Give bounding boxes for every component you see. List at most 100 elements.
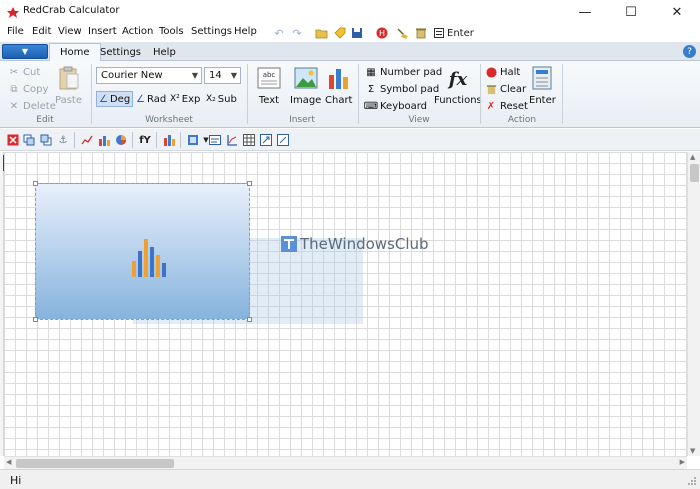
enter-quick-button[interactable]: Enter [434,26,474,40]
scroll-left-icon[interactable]: ◀ [6,458,11,466]
worksheet-toolbar: ⚓ fY ▼ [0,129,700,151]
menu-insert[interactable]: Insert [88,26,117,37]
delete-object-icon[interactable] [6,133,20,147]
text-box-icon[interactable] [208,133,222,147]
svg-text:fx: fx [447,69,468,90]
close-button[interactable]: ✕ [654,0,700,24]
menu-bar: File Edit View Insert Action Tools Setti… [0,24,700,42]
text-abc-icon: abc [257,67,281,89]
status-text: Hi [10,474,22,487]
app-window: RedCrab Calculator — ☐ ✕ File Edit View … [0,0,700,489]
pie-chart-icon[interactable] [114,133,128,147]
undo-icon[interactable]: ↶ [272,26,286,40]
open-folder-icon[interactable] [314,26,328,40]
delete-bin-icon[interactable] [414,26,428,40]
maximize-button[interactable]: ☐ [608,0,654,24]
clear-bin-icon [485,83,497,95]
anchor-icon[interactable]: ⚓ [56,133,70,147]
functions-button[interactable]: fx Functions [434,65,482,106]
vertical-scrollbar[interactable]: ▲ ▼ [687,152,700,456]
menu-view[interactable]: View [58,26,82,37]
paste-label: Paste [55,95,82,106]
sub-toggle[interactable]: X₂ Sub [204,91,239,107]
keyboard-button[interactable]: ⌨ Keyboard [364,98,427,114]
image-picture-icon [294,67,318,89]
delete-label: Delete [23,100,56,112]
reset-button[interactable]: ✗ Reset [485,98,528,114]
watermark-text: TheWindowsClub [300,235,429,253]
cut-button[interactable]: ✂ Cut [8,64,40,80]
send-back-icon[interactable] [39,133,53,147]
menu-action[interactable]: Action [122,26,153,37]
menu-tools[interactable]: Tools [159,26,184,37]
exp-toggle[interactable]: X² Exp [168,91,202,107]
paste-button[interactable]: Paste [55,65,82,106]
color-fill-icon[interactable] [186,133,200,147]
axis-icon[interactable] [225,133,239,147]
chart-series-icon[interactable] [162,133,176,147]
delete-button[interactable]: ✕ Delete [8,98,56,114]
font-family-select[interactable]: Courier New ▼ [96,67,202,84]
column-chart-icon[interactable] [97,133,111,147]
action-group-label: Action [507,115,537,125]
export-icon[interactable] [276,133,290,147]
insert-text-button[interactable]: abc Text [256,65,282,106]
app-menu-arrow-icon: ▼ [21,47,29,56]
window-title: RedCrab Calculator [23,5,120,16]
number-pad-label: Number pad [380,66,443,78]
application-menu-button[interactable]: ▼ [2,44,48,59]
scroll-right-icon[interactable]: ▶ [680,458,685,466]
resize-handle[interactable] [33,317,38,322]
chevron-down-icon: ▼ [191,71,198,80]
deg-toggle[interactable]: ∠ Deg [96,91,134,107]
resize-handle[interactable] [247,181,252,186]
help-question-icon[interactable]: ? [683,45,696,58]
vertical-scroll-thumb[interactable] [690,164,699,182]
subscript-icon: X₂ [206,94,216,104]
menu-file[interactable]: File [7,26,24,37]
copy-button[interactable]: ⧉ Copy [8,81,48,97]
menu-settings[interactable]: Settings [191,26,232,37]
ribbon-panel: ✂ Cut ⧉ Copy ✕ Delete Paste Edit Courier… [0,61,700,128]
grid-icon[interactable] [242,133,256,147]
font-size-value: 14 [209,70,222,81]
toolbar-separator [180,132,181,148]
menu-help[interactable]: Help [234,26,257,37]
clear-broom-icon[interactable] [395,26,409,40]
resize-handle[interactable] [247,317,252,322]
save-icon[interactable] [350,26,364,40]
rad-toggle[interactable]: ∠ Rad [134,91,168,107]
clipboard-icon [59,66,78,90]
status-bar: Hi [0,469,700,489]
font-size-select[interactable]: 14 ▼ [204,67,241,84]
redo-icon[interactable]: ↷ [290,26,304,40]
resize-handle[interactable] [33,181,38,186]
delete-x-icon: ✕ [9,100,19,112]
bring-front-icon[interactable] [22,133,36,147]
halt-button[interactable]: Halt [485,64,520,80]
line-chart-icon[interactable] [80,133,94,147]
insert-image-button[interactable]: Image [290,65,321,106]
horizontal-scroll-thumb[interactable] [16,459,174,468]
zoom-area-icon[interactable] [259,133,273,147]
number-pad-button[interactable]: ▦ Number pad [365,64,442,80]
horizontal-scrollbar[interactable]: ◀ ▶ [4,456,687,469]
clear-button[interactable]: Clear [485,81,526,97]
enter-quick-label: Enter [447,27,474,39]
enter-button[interactable]: Enter [529,65,556,106]
tab-help[interactable]: Help [143,43,186,61]
scroll-down-icon[interactable]: ▼ [690,447,695,455]
minimize-button[interactable]: — [562,0,608,24]
tag-icon[interactable] [332,26,346,40]
tab-settings[interactable]: Settings [90,43,151,61]
enter-calculator-icon [532,66,552,90]
chart-object[interactable] [33,181,252,322]
scroll-up-icon[interactable]: ▲ [690,153,695,161]
angle-icon: ∠ [99,93,108,105]
function-y-icon[interactable]: fY [138,133,152,147]
resize-grip-icon[interactable] [687,476,697,486]
insert-chart-button[interactable]: Chart [325,65,352,106]
symbol-pad-button[interactable]: Σ Symbol pad [365,81,439,97]
menu-edit[interactable]: Edit [32,26,51,37]
halt-icon[interactable]: H [375,26,389,40]
